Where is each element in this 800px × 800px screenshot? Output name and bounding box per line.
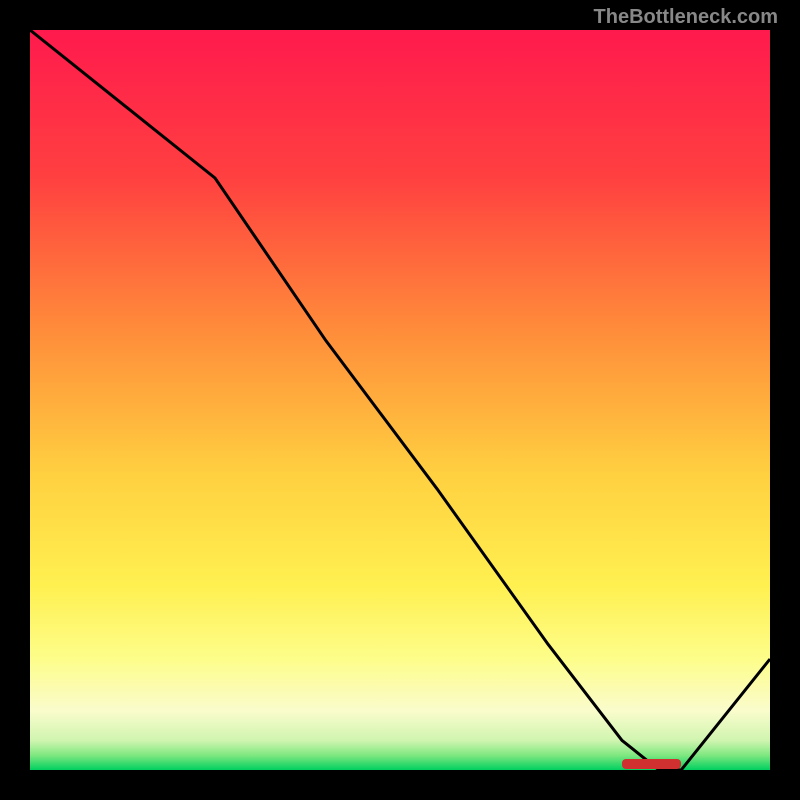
plot-area <box>30 30 770 770</box>
optimal-range-marker <box>622 759 681 769</box>
bottleneck-curve <box>30 30 770 770</box>
watermark-text: TheBottleneck.com <box>594 6 778 29</box>
chart-frame <box>30 30 770 770</box>
